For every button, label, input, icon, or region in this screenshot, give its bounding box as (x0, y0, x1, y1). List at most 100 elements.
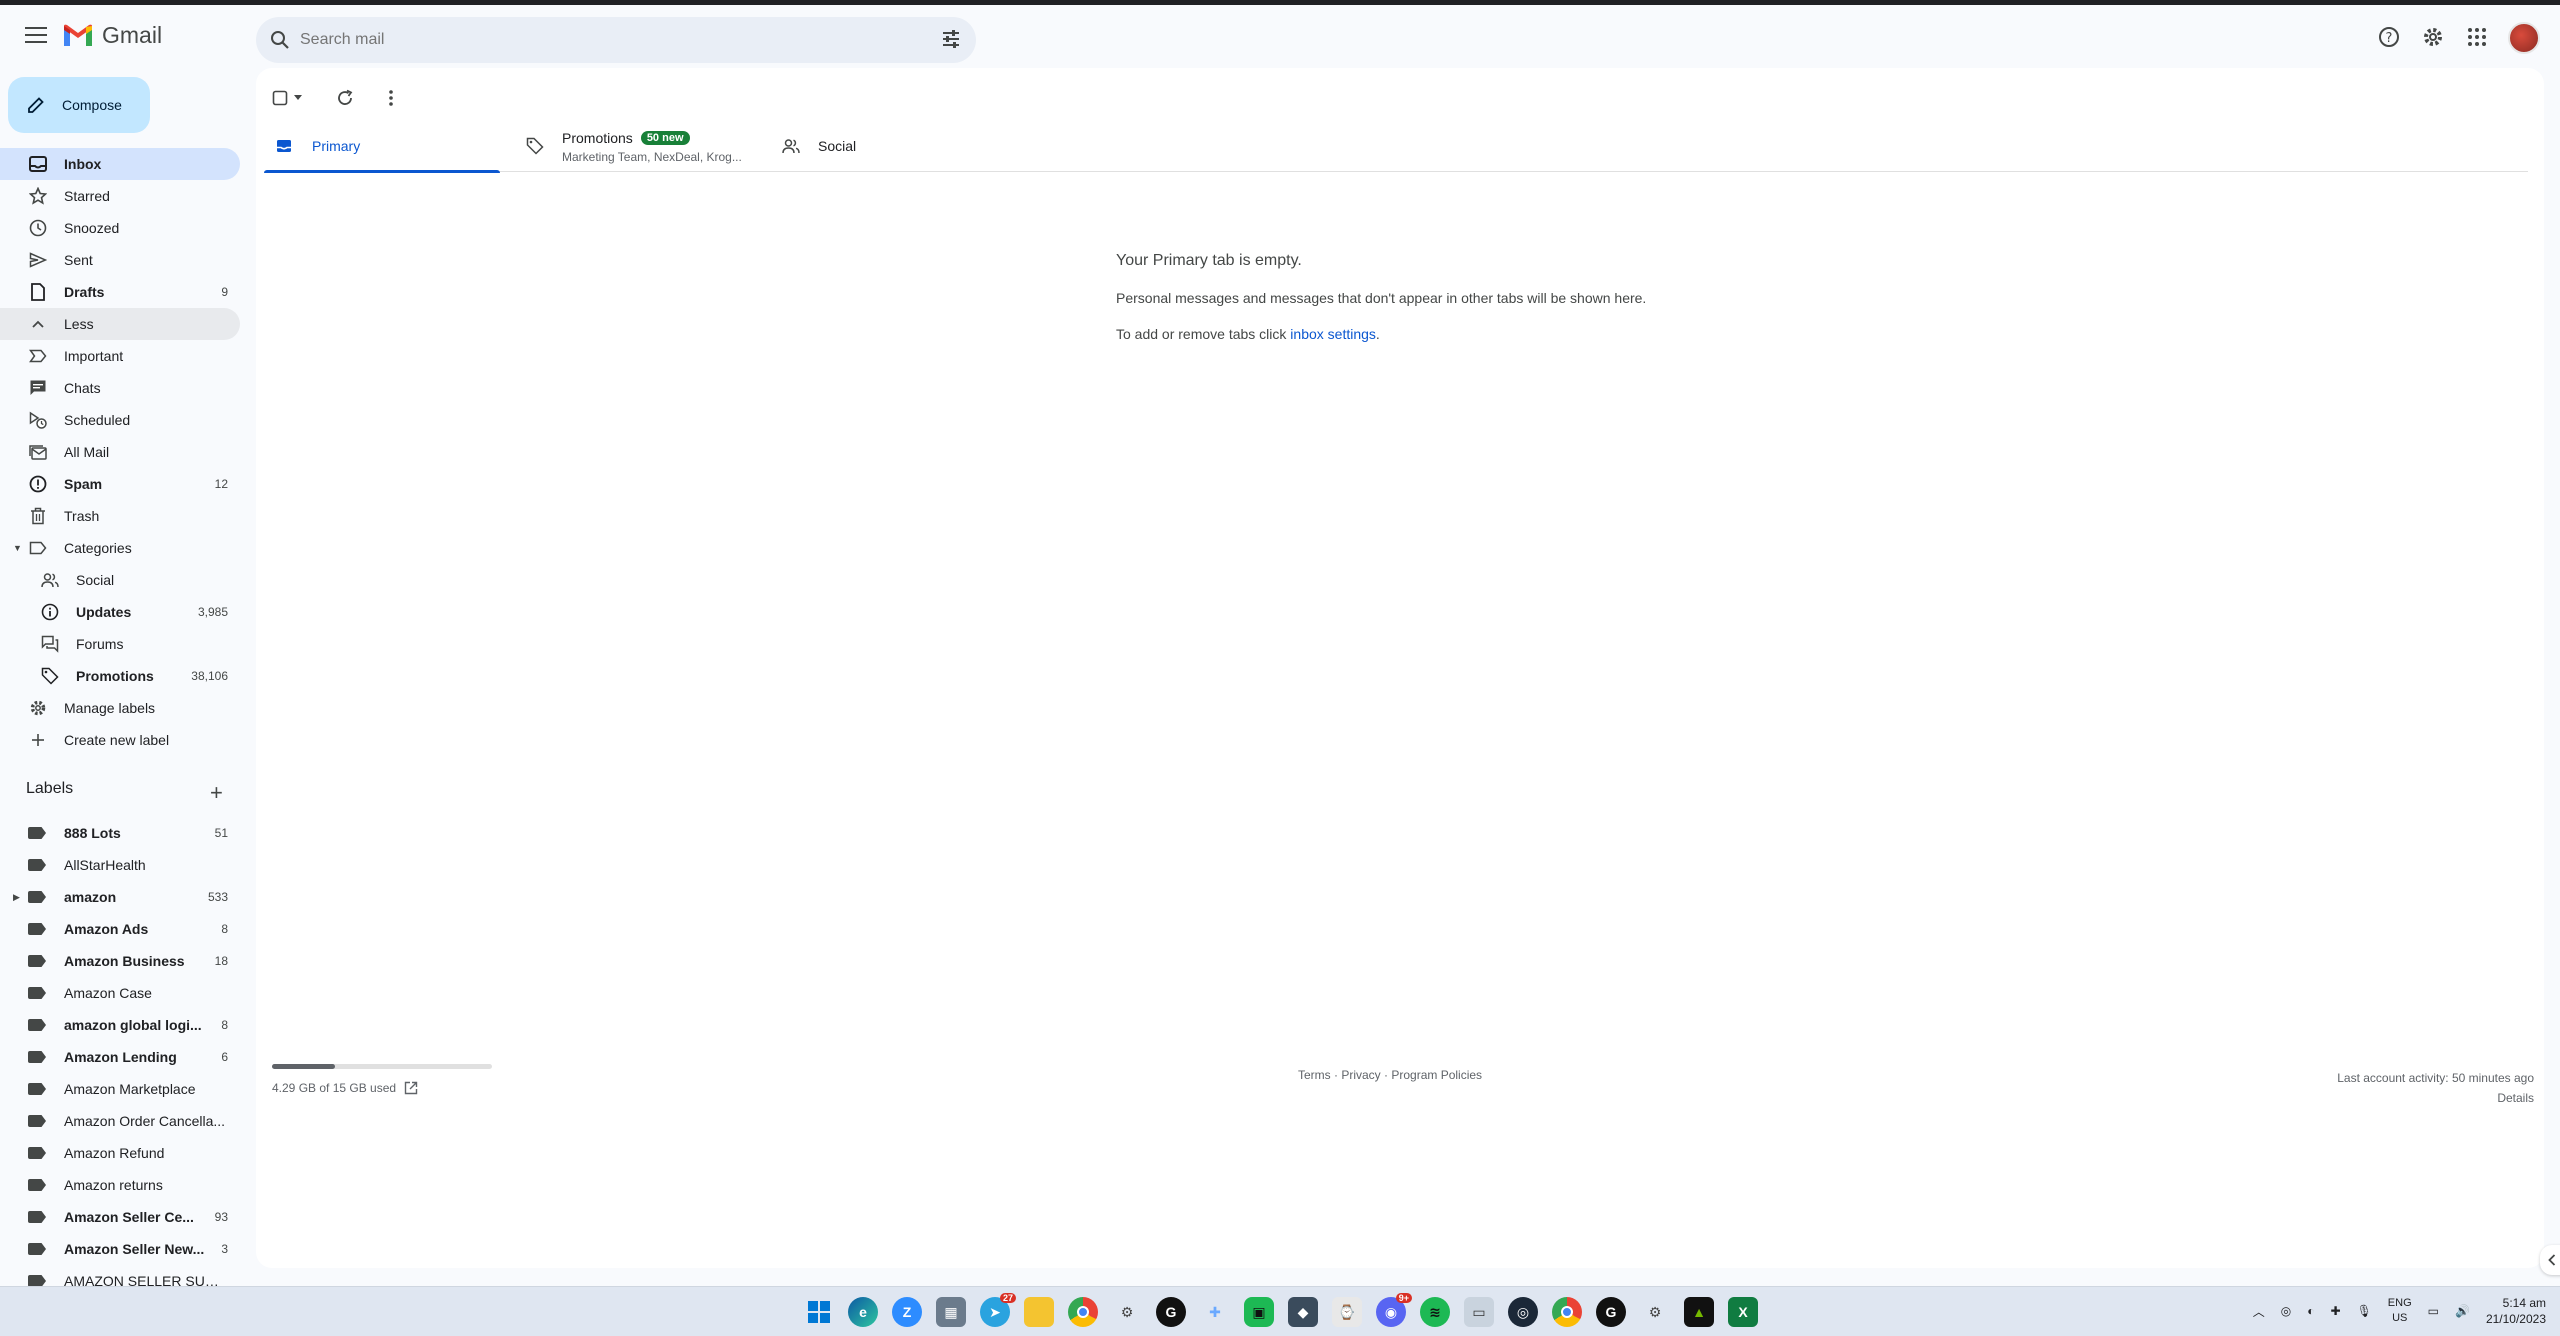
label-item[interactable]: AllStarHealth (0, 849, 240, 881)
vm-box-icon[interactable]: ◆ (1288, 1297, 1318, 1327)
settings-button[interactable] (2418, 22, 2448, 52)
side-panel-toggle[interactable] (2540, 1245, 2560, 1275)
sidebar-item-snoozed[interactable]: Snoozed (0, 212, 240, 244)
chrome-icon[interactable] (1068, 1297, 1098, 1327)
add-label-button[interactable]: + (210, 780, 223, 806)
start-windows-icon[interactable] (804, 1297, 834, 1327)
help-button[interactable]: ? (2374, 22, 2404, 52)
sidebar-item-spam[interactable]: Spam 12 (0, 468, 240, 500)
app-name: Gmail (102, 22, 163, 48)
program-policies-link[interactable]: Program Policies (1391, 1068, 1482, 1082)
label-item[interactable]: ▶ amazon 533 (0, 881, 240, 913)
caret-down-icon[interactable]: ▼ (13, 543, 22, 553)
sidebar-item-manage-labels[interactable]: Manage labels (0, 692, 240, 724)
label-item[interactable]: 888 Lots 51 (0, 817, 240, 849)
sidebar-item-social[interactable]: Social (0, 564, 240, 596)
sidebar-item-starred[interactable]: Starred (0, 180, 240, 212)
gmail-logo[interactable]: Gmail (62, 22, 162, 49)
caret-right-icon[interactable]: ▶ (13, 892, 20, 903)
open-external-icon[interactable] (404, 1081, 418, 1095)
apps-grid-icon (2468, 28, 2486, 46)
privacy-link[interactable]: Privacy (1341, 1068, 1380, 1082)
apps-button[interactable] (2462, 22, 2492, 52)
sidebar-item-categories[interactable]: ▼ Categories (0, 532, 240, 564)
sidebar-item-chats[interactable]: Chats (0, 372, 240, 404)
compose-button[interactable]: Compose (8, 77, 150, 133)
terms-link[interactable]: Terms (1298, 1068, 1331, 1082)
label-item[interactable]: Amazon Order Cancella... (0, 1105, 240, 1137)
discord-icon[interactable]: ◉ 9+ (1376, 1293, 1412, 1327)
app-clock-icon[interactable]: ⌚ (1332, 1297, 1362, 1327)
label-item[interactable]: Amazon returns (0, 1169, 240, 1201)
app-green-icon[interactable]: ▣ (1244, 1297, 1274, 1327)
footer-separator: · (1380, 1068, 1392, 1082)
chrome-profile-icon[interactable] (1552, 1297, 1582, 1327)
sidebar-item-less[interactable]: Less (0, 308, 240, 340)
label-item[interactable]: Amazon Lending 6 (0, 1041, 240, 1073)
tab-primary[interactable]: Primary (264, 120, 500, 173)
tab-social[interactable]: Social (782, 120, 1018, 172)
sidebar-item-scheduled[interactable]: Scheduled (0, 404, 240, 436)
language-indicator[interactable]: ENG US (2388, 1296, 2412, 1326)
search-options-icon[interactable] (940, 28, 962, 50)
excel-icon[interactable]: X (1728, 1297, 1758, 1327)
label-text: 888 Lots (64, 825, 121, 841)
label-item[interactable]: Amazon Business 18 (0, 945, 240, 977)
file-explorer-icon[interactable] (1024, 1297, 1054, 1327)
more-vert-icon[interactable] (388, 89, 394, 107)
sidebar-item-sent[interactable]: Sent (0, 244, 240, 276)
search-input[interactable] (300, 25, 860, 55)
app-g-icon[interactable]: G (1156, 1297, 1186, 1327)
label-tag-icon (28, 1179, 46, 1191)
sidebar-item-all-mail[interactable]: All Mail (0, 436, 240, 468)
volume-icon[interactable]: 🔊 (2455, 1304, 2470, 1318)
nvidia-icon[interactable]: ▲ (1684, 1297, 1714, 1327)
microphone-icon[interactable]: 🎙 (2357, 1304, 2372, 1318)
label-item[interactable]: amazon global logi... 8 (0, 1009, 240, 1041)
chevron-up-icon[interactable]: ︿ (2253, 1303, 2265, 1320)
app-g2-icon[interactable]: G (1596, 1297, 1626, 1327)
refresh-icon[interactable] (336, 89, 354, 107)
sidebar-item-forums[interactable]: Forums (0, 628, 240, 660)
search-icon[interactable] (268, 28, 292, 52)
steam-tray-icon[interactable]: ◎ (2281, 1304, 2291, 1318)
steam-icon[interactable]: ◎ (1508, 1297, 1538, 1327)
sidebar-item-important[interactable]: Important (0, 340, 240, 372)
sidebar-item-inbox[interactable]: Inbox (0, 148, 240, 180)
network-icon[interactable]: ▭ (2428, 1304, 2439, 1318)
main-menu-button[interactable] (18, 17, 54, 53)
inbox-settings-link[interactable]: inbox settings (1290, 326, 1376, 342)
label-item[interactable]: Amazon Case (0, 977, 240, 1009)
zoom-icon[interactable]: Z (892, 1297, 922, 1327)
sidebar-item-updates[interactable]: Updates 3,985 (0, 596, 240, 628)
new-count-badge: 50 new (640, 131, 690, 145)
spotify-icon[interactable]: ≋ (1420, 1297, 1450, 1327)
sidebar-item-create-label[interactable]: Create new label (0, 724, 240, 756)
account-avatar[interactable] (2508, 22, 2540, 54)
chevron-left-icon (2548, 1254, 2556, 1266)
label-item[interactable]: Amazon Refund (0, 1137, 240, 1169)
edge-icon[interactable]: e (848, 1297, 878, 1327)
label-item[interactable]: Amazon Seller New... 3 (0, 1233, 240, 1265)
snipping-icon[interactable]: ✚ (1200, 1297, 1230, 1327)
category-tabs: Primary Promotions 50 new Marketing Team… (264, 120, 2528, 173)
label-item[interactable]: Amazon Seller Ce... 93 (0, 1201, 240, 1233)
label-item[interactable]: Amazon Marketplace (0, 1073, 240, 1105)
tab-promotions[interactable]: Promotions 50 new Marketing Team, NexDea… (526, 120, 762, 172)
sidebar-item-drafts[interactable]: Drafts 9 (0, 276, 240, 308)
empty-description: Personal messages and messages that don'… (1116, 290, 1647, 306)
label-item[interactable]: Amazon Ads 8 (0, 913, 240, 945)
sidebar-item-promotions[interactable]: Promotions 38,106 (0, 660, 240, 692)
telegram-icon[interactable]: ➤ 27 (980, 1293, 1016, 1327)
details-link[interactable]: Details (2337, 1088, 2534, 1108)
settings-app2-icon[interactable]: ⚙ (1640, 1297, 1670, 1327)
remote-desktop-icon[interactable]: ▭ (1464, 1297, 1494, 1327)
settings-app-icon[interactable]: ⚙ (1112, 1297, 1142, 1327)
tray-app-icon[interactable]: ✚ (2331, 1304, 2341, 1318)
sidebar-item-trash[interactable]: Trash (0, 500, 240, 532)
clock[interactable]: 5:14 am 21/10/2023 (2486, 1295, 2546, 1327)
app-tray-icon[interactable]: ◐ (2307, 1304, 2314, 1318)
select-all-checkbox[interactable] (272, 90, 302, 106)
calculator-icon[interactable]: ▦ (936, 1297, 966, 1327)
search-bar[interactable] (256, 17, 976, 63)
